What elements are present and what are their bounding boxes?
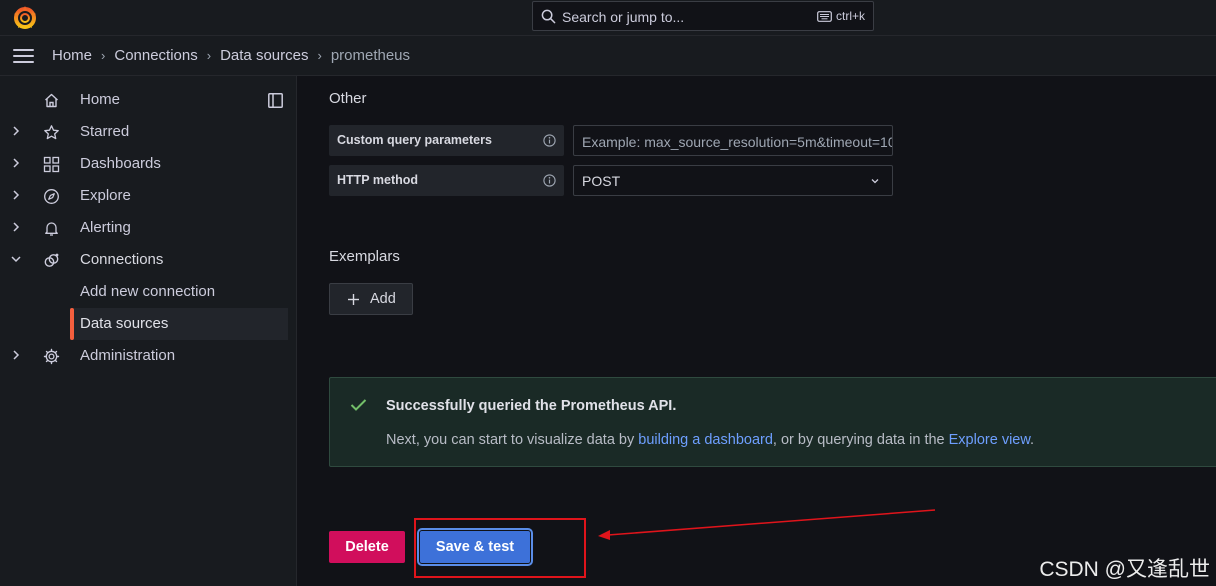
shortcut-label: ctrl+k [835,9,865,23]
annotation-highlight-box [414,518,586,578]
sidebar-item-label: Connections [80,251,164,268]
sidebar-item-label: Dashboards [80,155,161,172]
search-placeholder: Search or jump to... [562,9,685,25]
sidebar-subitem-label: Add new connection [80,283,216,300]
delete-button[interactable]: Delete [329,531,405,563]
chevron-down-icon [871,179,879,184]
field-label-text: Custom query parameters [337,133,492,147]
chevron-right-icon[interactable] [10,349,22,361]
search-bar[interactable]: Search or jump to... ctrl+k [532,1,874,31]
sidebar-item-alerting[interactable]: Alerting [0,212,297,244]
info-icon[interactable] [543,174,556,187]
building-dashboard-link[interactable]: building a dashboard [638,432,773,448]
cog-icon [43,348,60,365]
chevron-right-icon[interactable] [10,125,22,137]
connections-icon [44,253,59,267]
success-alert: Successfully queried the Prometheus API.… [329,377,1216,467]
add-button-label: Add [370,291,396,307]
sidebar-item-starred[interactable]: Starred [0,116,297,148]
sidebar-item-home[interactable]: Home [0,84,297,116]
watermark-text: CSDN @又逢乱世 [1039,558,1210,581]
section-title-other: Other [329,90,367,107]
breadcrumb-home[interactable]: Home [52,47,92,64]
breadcrumb-separator-icon: › [317,48,322,63]
sidebar-subitem-data-sources[interactable]: Data sources [70,308,288,340]
explore-view-link[interactable]: Explore view [949,432,1030,448]
sidebar-subitem-label: Data sources [80,315,169,332]
check-icon [350,399,367,411]
sidebar-item-connections[interactable]: Connections [0,244,297,276]
custom-query-label: Custom query parameters [329,125,564,156]
add-exemplar-button[interactable]: Add [329,283,413,315]
keyboard-icon [817,10,832,22]
breadcrumb-data-sources[interactable]: Data sources [220,47,308,64]
chevron-right-icon[interactable] [10,221,22,233]
search-shortcut: ctrl+k [817,9,865,23]
compass-icon [44,189,59,204]
chevron-right-icon[interactable] [10,157,22,169]
sidebar-item-explore[interactable]: Explore [0,180,297,212]
http-method-select[interactable]: POST [573,165,893,196]
annotation-arrow-icon [598,509,936,540]
sidebar-item-label: Home [80,91,121,108]
plus-icon [348,294,359,305]
sidebar: Home Starred Dashboards Explore Alerting… [0,76,297,586]
breadcrumb-bar: Home › Connections › Data sources › prom… [0,36,1216,76]
breadcrumb: Home › Connections › Data sources › prom… [52,47,410,64]
alert-title: Successfully queried the Prometheus API. [386,398,677,414]
menu-icon[interactable] [13,49,34,63]
top-bar: Search or jump to... ctrl+k [0,0,1216,36]
search-icon [541,9,556,24]
breadcrumb-connections[interactable]: Connections [114,47,197,64]
sidebar-item-label: Starred [80,123,130,140]
breadcrumb-separator-icon: › [206,48,212,63]
home-icon [45,93,58,108]
alert-body-middle: , or by querying data in the [772,432,949,448]
alert-body-prefix: Next, you can start to visualize data by [386,432,639,448]
http-method-value: POST [582,173,621,189]
field-label-text: HTTP method [337,173,419,187]
http-method-label: HTTP method [329,165,564,196]
sidebar-item-label: Explore [80,187,131,204]
apps-icon [43,156,60,173]
bell-icon [45,222,58,236]
sidebar-item-label: Administration [80,347,176,364]
breadcrumb-current: prometheus [330,47,411,64]
chevron-down-icon[interactable] [10,253,22,265]
sidebar-item-label: Alerting [80,219,131,236]
info-icon[interactable] [543,134,556,147]
section-title-exemplars: Exemplars [329,248,400,265]
sidebar-item-administration[interactable]: Administration [0,340,297,372]
delete-button-label: Delete [345,539,389,555]
breadcrumb-separator-icon: › [101,48,106,63]
custom-query-placeholder: Example: max_source_resolution=5m&timeou… [582,134,893,150]
sidebar-item-dashboards[interactable]: Dashboards [0,148,297,180]
star-icon [44,125,59,140]
chevron-right-icon[interactable] [10,189,22,201]
grafana-logo-icon[interactable] [12,5,38,31]
alert-body-suffix: . [1030,432,1035,448]
sidebar-subitem-add-new-connection[interactable]: Add new connection [70,276,288,308]
custom-query-input[interactable]: Example: max_source_resolution=5m&timeou… [573,125,893,156]
alert-body: Next, you can start to visualize data by… [386,432,1034,448]
